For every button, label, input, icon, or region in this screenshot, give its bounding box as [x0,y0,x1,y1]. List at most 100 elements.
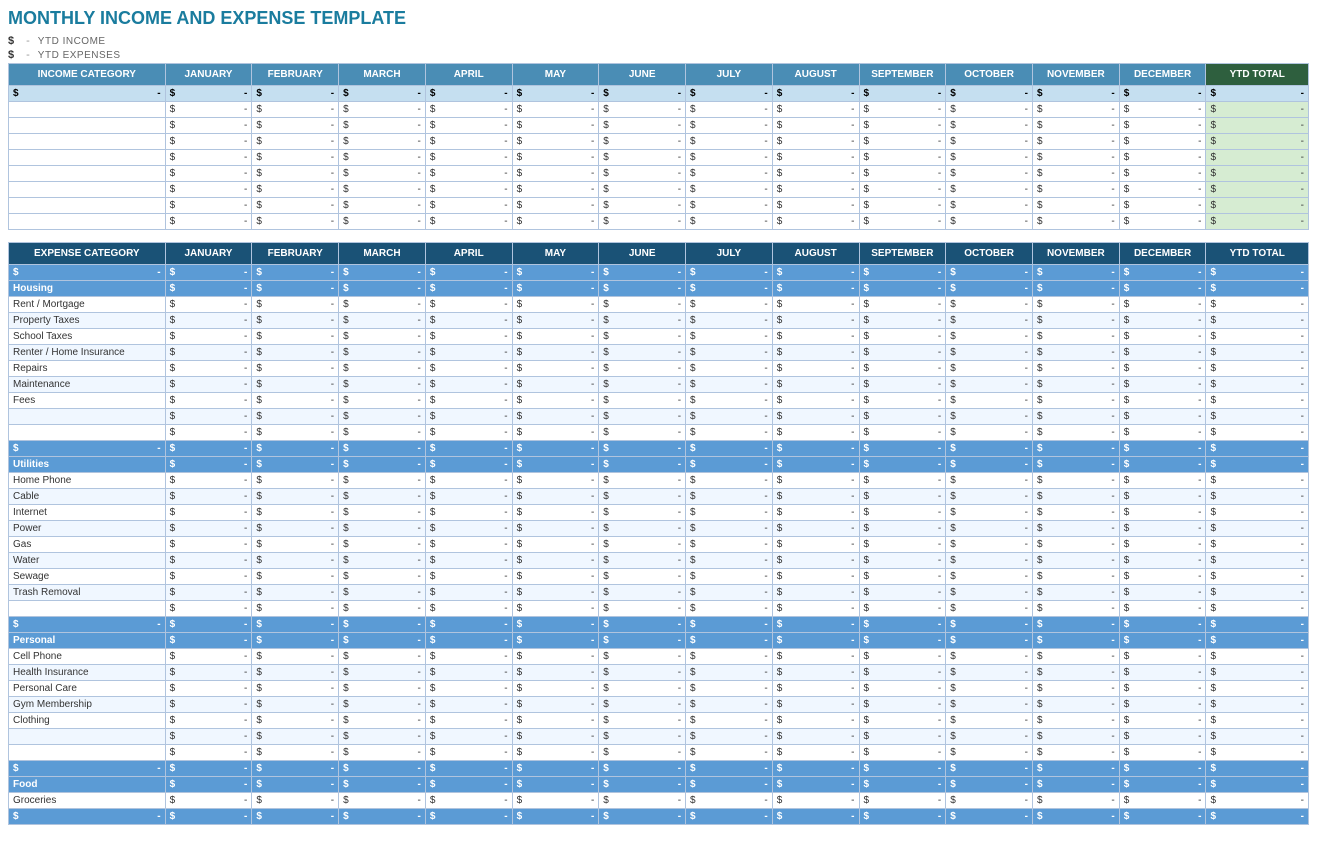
income-cell-r0-m9[interactable]: $- [946,102,1033,118]
income-total-month-4[interactable]: $- [512,86,599,102]
expense-data-month-2[interactable]: $- [339,697,426,713]
income-cell-r2-m4[interactable]: $- [512,134,599,150]
expense-total-month-5[interactable]: $- [599,281,686,297]
income-cell-r4-m8[interactable]: $- [859,166,946,182]
expense-total-month-0[interactable]: $- [165,457,252,473]
expense-data-month-6[interactable]: $- [686,313,773,329]
expense-total-month-9[interactable]: $- [946,281,1033,297]
expense-data-month-0[interactable]: $- [165,601,252,617]
expense-data-month-1[interactable]: $- [252,473,339,489]
expense-data-month-1[interactable]: $- [252,697,339,713]
expense-data-month-10[interactable]: $- [1032,393,1119,409]
expense-item-label[interactable]: Gas [9,537,166,553]
expense-data-month-8[interactable]: $- [859,665,946,681]
income-category-cell[interactable] [9,150,166,166]
expense-data-month-1[interactable]: $- [252,649,339,665]
income-cell-r1-m10[interactable]: $- [1032,118,1119,134]
expense-data-month-4[interactable]: $- [512,425,599,441]
expense-data-month-6[interactable]: $- [686,409,773,425]
expense-data-month-3[interactable]: $- [425,729,512,745]
expense-total-month-3[interactable]: $- [425,633,512,649]
income-cell-r2-m10[interactable]: $- [1032,134,1119,150]
expense-data-month-0[interactable]: $- [165,793,252,809]
expense-data-month-3[interactable]: $- [425,681,512,697]
income-category-cell[interactable] [9,214,166,230]
income-ytd-cell-r6[interactable]: $- [1206,198,1309,214]
expense-data-month-8[interactable]: $- [859,649,946,665]
expense-total-month-7[interactable]: $- [772,777,859,793]
expense-data-month-8[interactable]: $- [859,713,946,729]
expense-total-month-0[interactable]: $- [165,809,252,825]
expense-data-month-1[interactable]: $- [252,329,339,345]
expense-data-month-2[interactable]: $- [339,393,426,409]
expense-total-month-10[interactable]: $- [1032,777,1119,793]
expense-total-month-9[interactable]: $- [946,633,1033,649]
income-ytd-cell-r3[interactable]: $- [1206,150,1309,166]
expense-total-month-10[interactable]: $- [1032,809,1119,825]
expense-data-month-3[interactable]: $- [425,585,512,601]
income-cell-r4-m9[interactable]: $- [946,166,1033,182]
expense-item-label[interactable]: Gym Membership [9,697,166,713]
expense-data-month-10[interactable]: $- [1032,505,1119,521]
expense-data-month-10[interactable]: $- [1032,537,1119,553]
expense-data-month-5[interactable]: $- [599,473,686,489]
income-cell-r1-m8[interactable]: $- [859,118,946,134]
expense-data-month-10[interactable]: $- [1032,489,1119,505]
expense-total-month-11[interactable]: $- [1119,633,1206,649]
income-cell-r0-m0[interactable]: $- [165,102,252,118]
expense-data-month-6[interactable]: $- [686,329,773,345]
expense-data-month-2[interactable]: $- [339,345,426,361]
expense-total-ytd[interactable]: $- [1206,617,1309,633]
expense-data-month-6[interactable]: $- [686,345,773,361]
expense-data-month-8[interactable]: $- [859,297,946,313]
expense-data-month-3[interactable]: $- [425,489,512,505]
expense-data-month-6[interactable]: $- [686,601,773,617]
expense-data-month-11[interactable]: $- [1119,537,1206,553]
expense-total-month-5[interactable]: $- [599,633,686,649]
expense-data-month-11[interactable]: $- [1119,361,1206,377]
expense-data-month-11[interactable]: $- [1119,345,1206,361]
expense-total-month-8[interactable]: $- [859,809,946,825]
expense-data-month-8[interactable]: $- [859,601,946,617]
expense-item-label[interactable] [9,729,166,745]
expense-data-month-0[interactable]: $- [165,425,252,441]
expense-data-month-0[interactable]: $- [165,377,252,393]
expense-data-month-8[interactable]: $- [859,793,946,809]
expense-data-month-3[interactable]: $- [425,297,512,313]
income-total-month-2[interactable]: $- [339,86,426,102]
expense-total-month-9[interactable]: $- [946,441,1033,457]
expense-data-month-10[interactable]: $- [1032,569,1119,585]
expense-data-month-6[interactable]: $- [686,377,773,393]
expense-data-ytd[interactable]: $- [1206,409,1309,425]
expense-data-month-5[interactable]: $- [599,505,686,521]
expense-data-month-8[interactable]: $- [859,377,946,393]
expense-data-month-6[interactable]: $- [686,553,773,569]
expense-item-label[interactable] [9,409,166,425]
expense-data-month-7[interactable]: $- [772,537,859,553]
expense-data-month-8[interactable]: $- [859,489,946,505]
expense-data-ytd[interactable]: $- [1206,745,1309,761]
expense-data-month-3[interactable]: $- [425,505,512,521]
expense-data-month-9[interactable]: $- [946,329,1033,345]
expense-total-month-11[interactable]: $- [1119,281,1206,297]
expense-data-month-10[interactable]: $- [1032,297,1119,313]
income-cell-r7-m4[interactable]: $- [512,214,599,230]
expense-data-month-11[interactable]: $- [1119,489,1206,505]
income-cell-r7-m5[interactable]: $- [599,214,686,230]
expense-data-month-2[interactable]: $- [339,313,426,329]
expense-data-month-1[interactable]: $- [252,521,339,537]
expense-data-month-3[interactable]: $- [425,537,512,553]
expense-total-month-6[interactable]: $- [686,633,773,649]
expense-data-month-3[interactable]: $- [425,313,512,329]
expense-total-month-5[interactable]: $- [599,441,686,457]
income-cell-r5-m7[interactable]: $- [772,182,859,198]
expense-total-month-1[interactable]: $- [252,281,339,297]
expense-data-month-4[interactable]: $- [512,505,599,521]
expense-data-month-7[interactable]: $- [772,697,859,713]
expense-data-month-4[interactable]: $- [512,345,599,361]
income-cell-r6-m0[interactable]: $- [165,198,252,214]
expense-data-month-1[interactable]: $- [252,729,339,745]
income-total-month-1[interactable]: $- [252,86,339,102]
expense-data-month-0[interactable]: $- [165,313,252,329]
income-cell-r1-m4[interactable]: $- [512,118,599,134]
